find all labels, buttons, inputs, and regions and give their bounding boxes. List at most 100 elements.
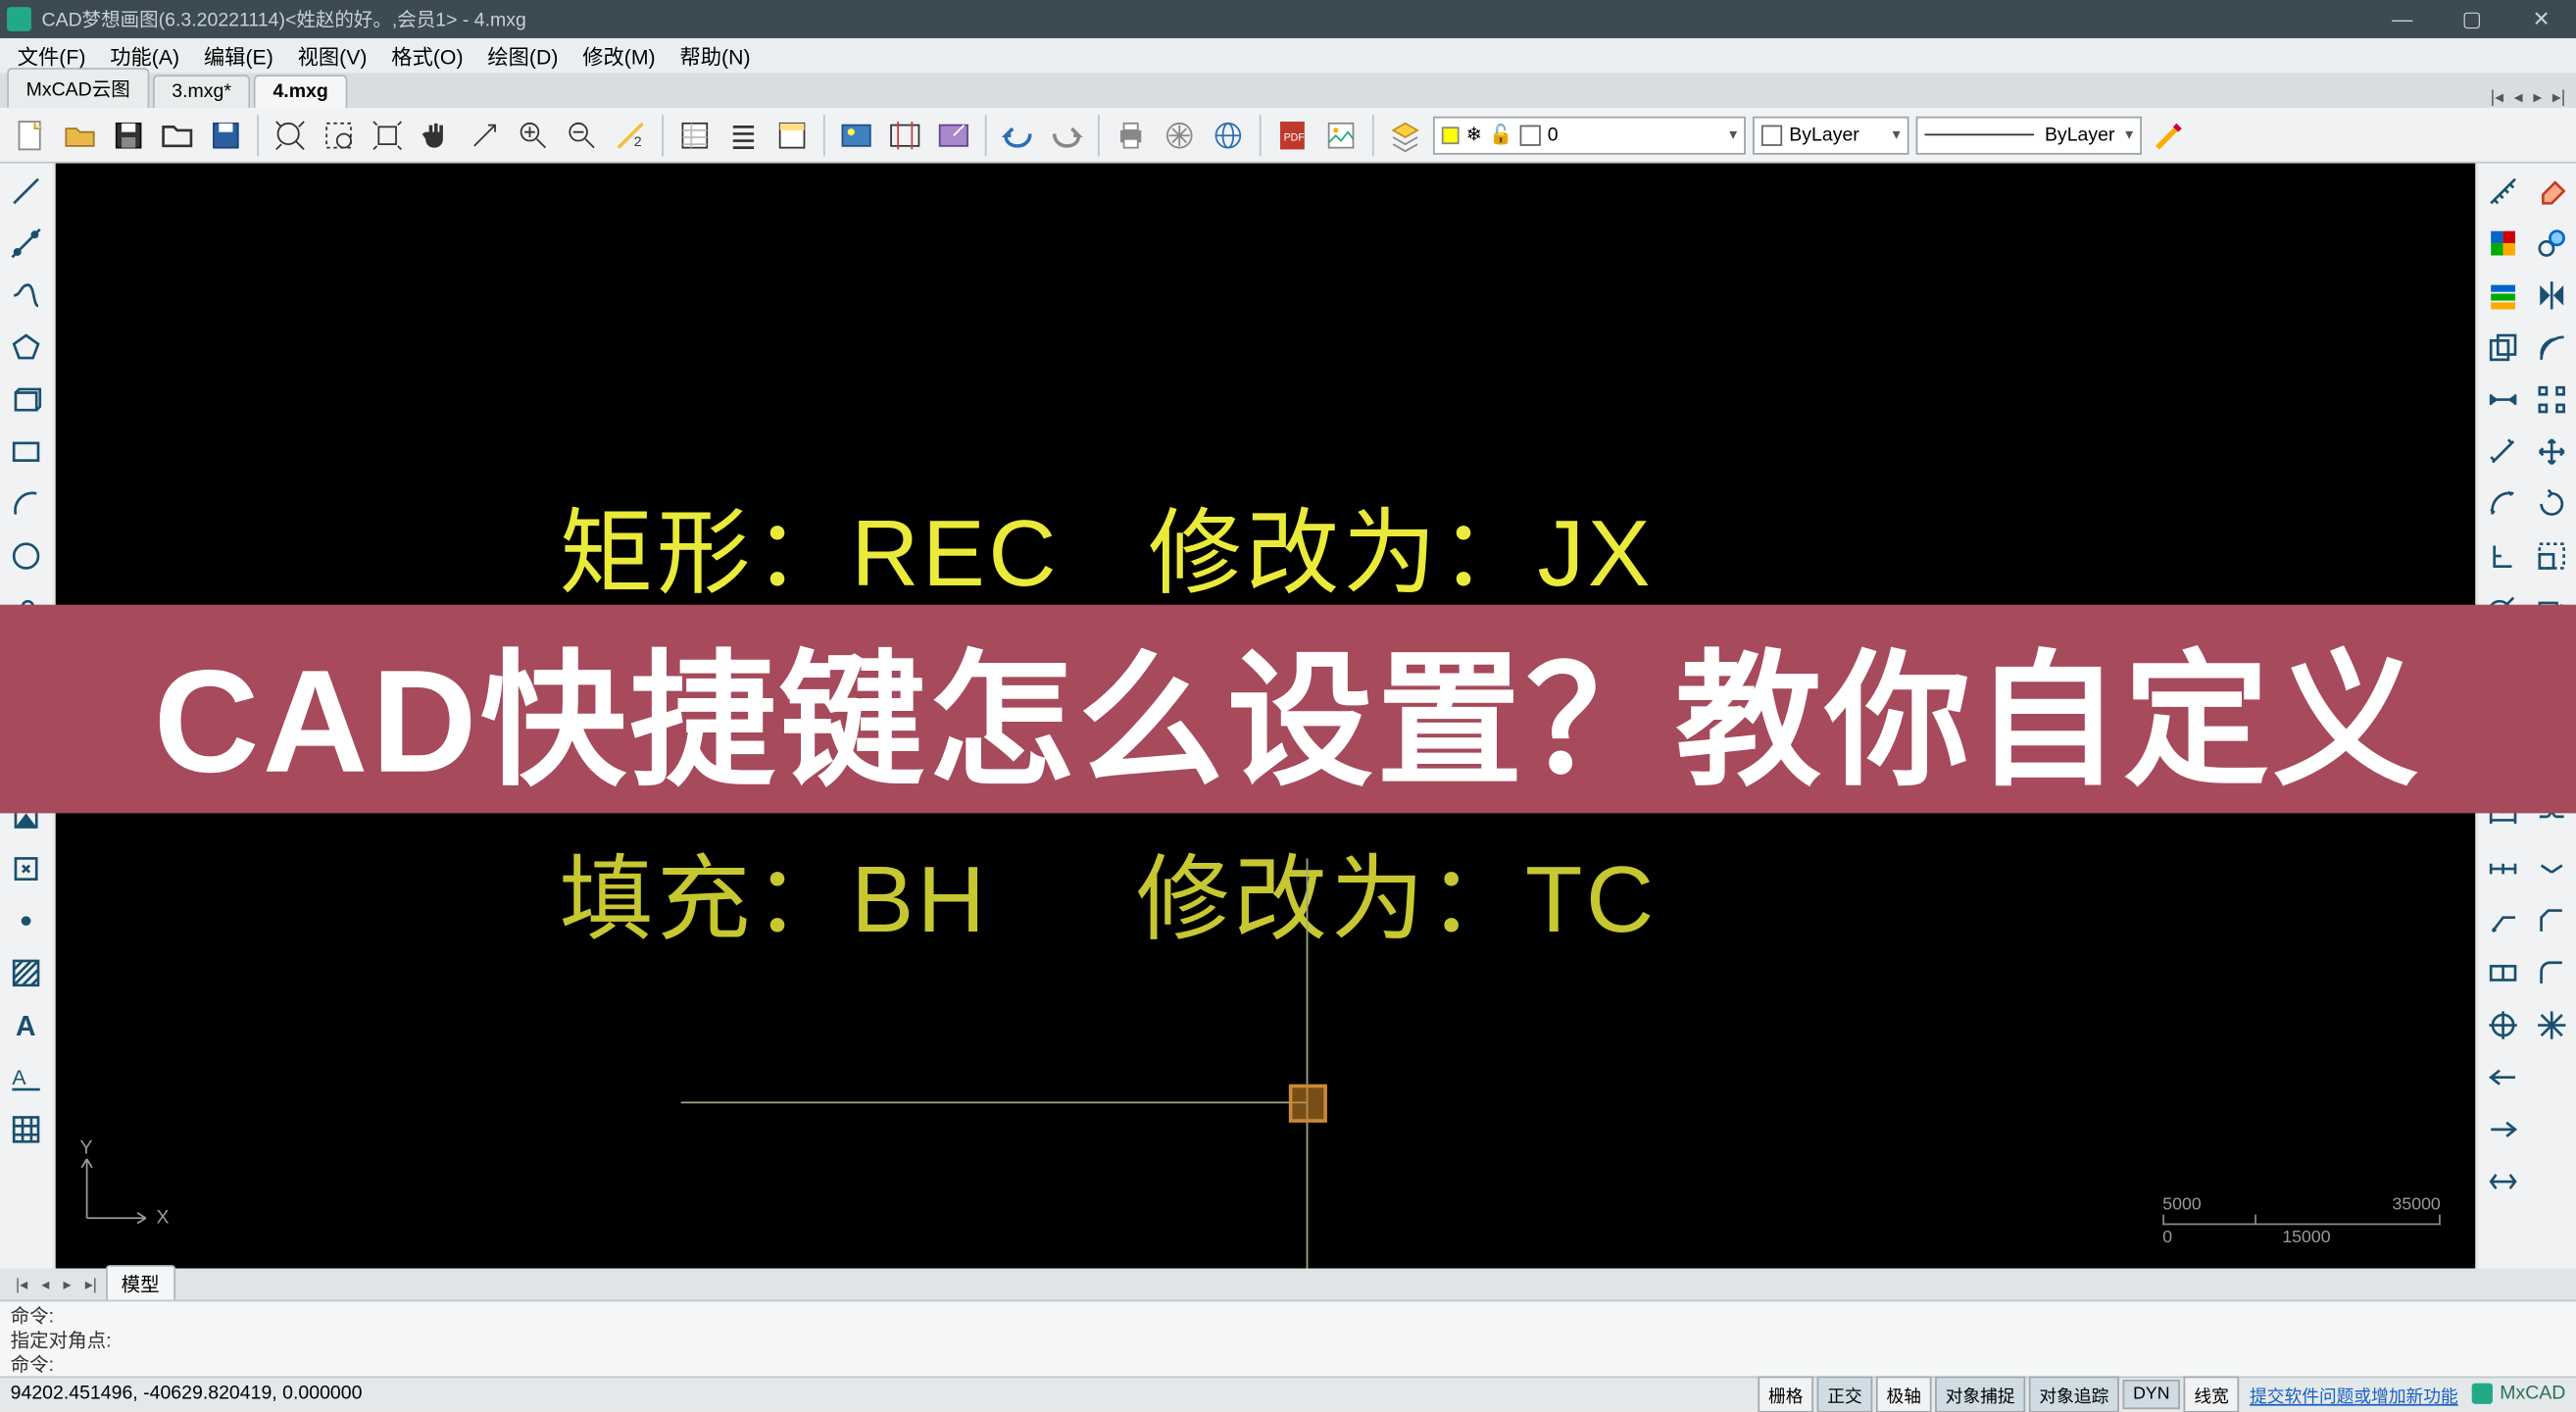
lineweight-toggle[interactable]: 线宽 <box>2184 1376 2240 1412</box>
layer-manager-button[interactable] <box>771 114 814 156</box>
list-button[interactable] <box>722 114 765 156</box>
doc-tab-3[interactable]: 3.mxg* <box>153 75 251 108</box>
layout-prev-button[interactable]: ◂ <box>36 1275 55 1293</box>
layer-combo[interactable]: ❄ 🔓 0 <box>1433 116 1746 154</box>
dim-update-tool[interactable] <box>2482 1161 2524 1203</box>
dim-ordinate-tool[interactable] <box>2482 535 2524 578</box>
rotate-tool[interactable] <box>2531 483 2573 526</box>
center-mark-tool[interactable] <box>2482 1004 2524 1046</box>
mirror-tool[interactable] <box>2531 275 2573 317</box>
dim-continue-tool[interactable] <box>2482 848 2524 890</box>
osnap-toggle[interactable]: 对象捕捉 <box>1935 1376 2025 1412</box>
zoom-extents-button[interactable] <box>270 114 312 156</box>
new-button[interactable] <box>11 114 53 156</box>
tab-last-button[interactable]: ▸| <box>2549 88 2569 107</box>
polygon-tool[interactable] <box>5 327 47 369</box>
color-combo[interactable]: ByLayer <box>1753 116 1908 154</box>
pan-button[interactable] <box>416 114 458 156</box>
dyn-toggle[interactable]: DYN <box>2122 1379 2180 1408</box>
menu-modify[interactable]: 修改(M) <box>572 37 667 74</box>
measure-tool[interactable] <box>2482 171 2524 213</box>
chamfer-tool[interactable] <box>2531 900 2573 942</box>
tab-next-button[interactable]: ▸ <box>2530 88 2546 107</box>
fillet-tool[interactable] <box>2531 952 2573 994</box>
layout-first-button[interactable]: |◂ <box>11 1275 33 1293</box>
color-tool[interactable] <box>2482 223 2524 265</box>
menu-help[interactable]: 帮助(N) <box>669 37 761 74</box>
zoom-all-button[interactable] <box>367 114 409 156</box>
doc-tab-4[interactable]: 4.mxg <box>254 75 347 108</box>
dim-edit-tool[interactable] <box>2482 1056 2524 1098</box>
menu-draw[interactable]: 绘图(D) <box>477 37 569 74</box>
print-button[interactable] <box>1110 114 1152 156</box>
polyline-tool[interactable] <box>5 275 47 317</box>
zoom-out-button[interactable] <box>561 114 603 156</box>
offset-tool[interactable] <box>2531 327 2573 369</box>
dim-aligned-tool[interactable] <box>2482 430 2524 473</box>
grid-toggle[interactable]: 栅格 <box>1758 1376 1813 1412</box>
open-button[interactable] <box>59 114 101 156</box>
rectangle-tool[interactable] <box>5 378 47 421</box>
image-adjust-button[interactable] <box>933 114 975 156</box>
layer-stack-button[interactable] <box>1384 114 1426 156</box>
zoom-scale-button[interactable]: 2 <box>610 114 652 156</box>
zoom-realtime-button[interactable] <box>513 114 555 156</box>
scale-tool[interactable] <box>2531 535 2573 578</box>
save-button[interactable] <box>108 114 150 156</box>
block-tool[interactable] <box>5 848 47 890</box>
doc-tab-cloud[interactable]: MxCAD云图 <box>7 68 149 108</box>
web-button[interactable] <box>1208 114 1250 156</box>
export-image-button[interactable] <box>1320 114 1362 156</box>
tab-first-button[interactable]: |◂ <box>2487 88 2507 107</box>
xline-tool[interactable] <box>5 223 47 265</box>
dim-arc-tool[interactable] <box>2482 483 2524 526</box>
move-tool[interactable] <box>2531 430 2573 473</box>
minimize-button[interactable]: — <box>2367 0 2437 38</box>
text-tool[interactable]: A <box>5 1004 47 1046</box>
menu-view[interactable]: 视图(V) <box>287 37 377 74</box>
save-as-button[interactable] <box>205 114 247 156</box>
zoom-window-button[interactable] <box>318 114 360 156</box>
image-button[interactable] <box>835 114 877 156</box>
arc-tool[interactable] <box>5 483 47 526</box>
command-line[interactable]: 命令: 指定对角点: 命令: <box>0 1300 2576 1377</box>
hatch-tool[interactable] <box>5 952 47 994</box>
close-button[interactable]: ✕ <box>2506 0 2576 38</box>
copy2-tool[interactable] <box>2531 223 2573 265</box>
dim-linear-tool[interactable] <box>2482 378 2524 421</box>
tolerance-tool[interactable] <box>2482 952 2524 994</box>
image-clip-button[interactable] <box>884 114 926 156</box>
lineweight-button[interactable] <box>2149 114 2191 156</box>
circle-tool[interactable] <box>5 535 47 578</box>
menu-edit[interactable]: 编辑(E) <box>193 37 283 74</box>
table-tool[interactable] <box>5 1109 47 1151</box>
dim-text-edit-tool[interactable] <box>2482 1109 2524 1151</box>
polar-toggle[interactable]: 极轴 <box>1876 1376 1932 1412</box>
layout-last-button[interactable]: ▸| <box>79 1275 102 1293</box>
join-tool[interactable] <box>2531 848 2573 890</box>
explode-tool[interactable] <box>2531 1004 2573 1046</box>
open-folder-button[interactable] <box>156 114 198 156</box>
undo-button[interactable] <box>997 114 1039 156</box>
redo-button[interactable] <box>1046 114 1088 156</box>
tab-prev-button[interactable]: ◂ <box>2510 88 2526 107</box>
model-tab[interactable]: 模型 <box>106 1265 175 1303</box>
leader-tool[interactable] <box>2482 900 2524 942</box>
otrack-toggle[interactable]: 对象追踪 <box>2029 1376 2119 1412</box>
erase-tool[interactable] <box>2531 171 2573 213</box>
copy-tool[interactable] <box>2482 327 2524 369</box>
plot-preview-button[interactable] <box>1159 114 1201 156</box>
layers-tool[interactable] <box>2482 275 2524 317</box>
pdf-button[interactable]: PDF <box>1271 114 1313 156</box>
point-tool[interactable] <box>5 900 47 942</box>
mtext-tool[interactable]: A <box>5 1056 47 1098</box>
rectangle2-tool[interactable] <box>5 430 47 473</box>
menu-format[interactable]: 格式(O) <box>381 37 474 74</box>
line-tool[interactable] <box>5 171 47 213</box>
ortho-toggle[interactable]: 正交 <box>1817 1376 1873 1412</box>
array-tool[interactable] <box>2531 378 2573 421</box>
maximize-button[interactable]: ▢ <box>2437 0 2506 38</box>
linetype-combo[interactable]: ByLayer <box>1916 116 2142 154</box>
layout-next-button[interactable]: ▸ <box>58 1275 76 1293</box>
properties-button[interactable] <box>674 114 717 156</box>
